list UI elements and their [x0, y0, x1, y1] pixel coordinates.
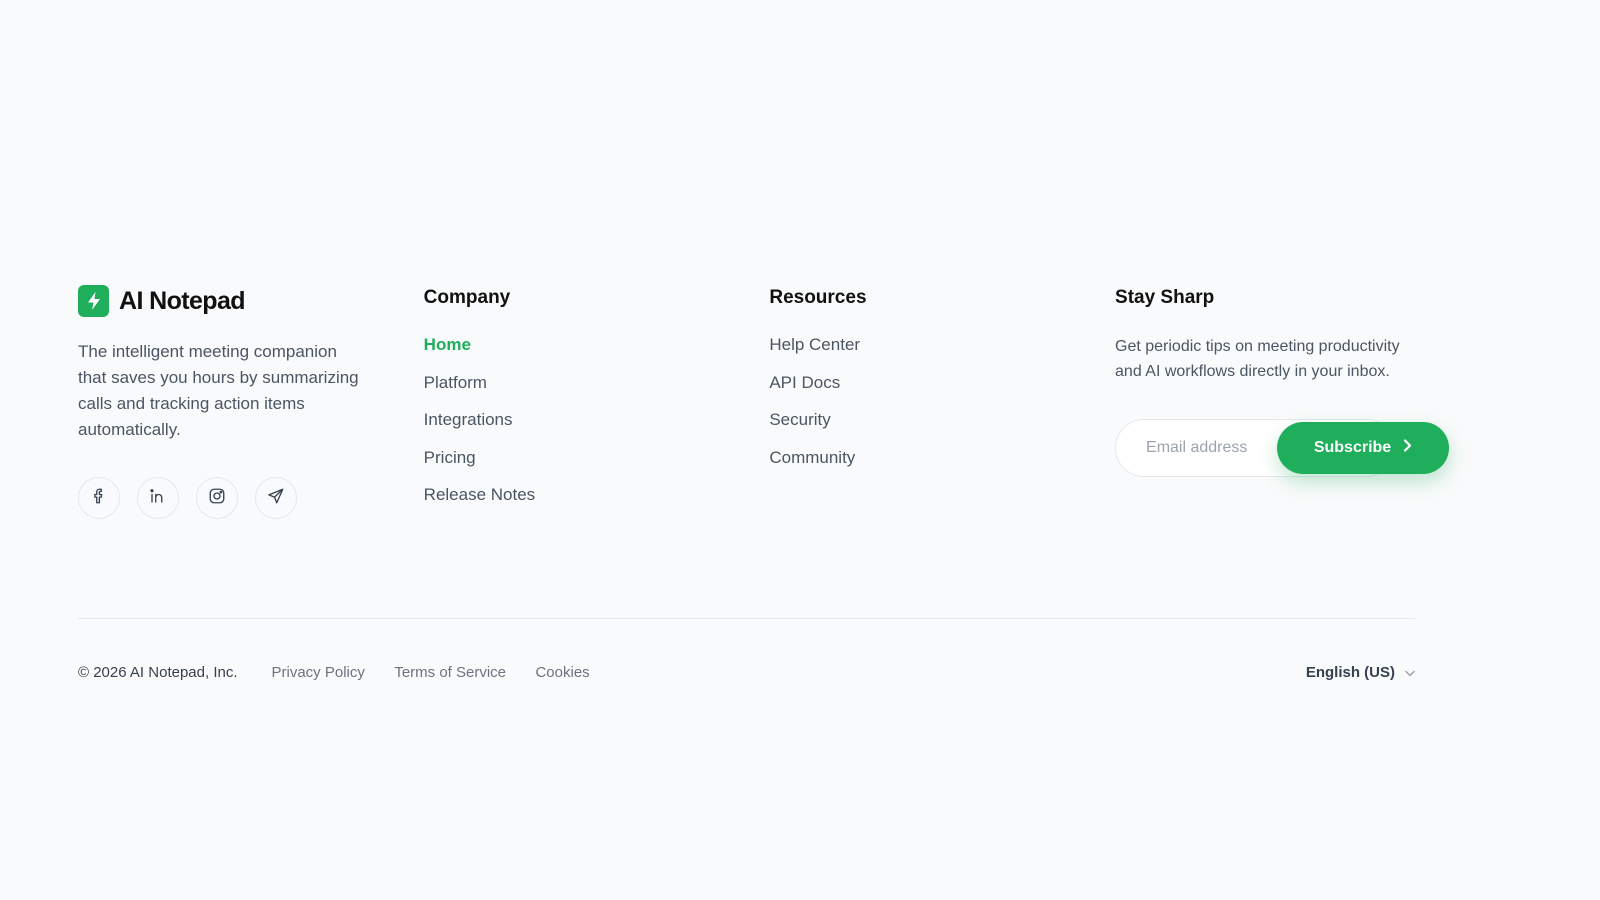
resources-heading: Resources — [769, 287, 867, 308]
resources-links: Help Center API Docs Security Community — [769, 335, 1115, 485]
nav-link-pricing[interactable]: Pricing — [424, 448, 476, 467]
language-selector[interactable]: English (US) — [1306, 664, 1415, 681]
terms-of-service-link[interactable]: Terms of Service — [394, 664, 506, 681]
newsletter-heading: Stay Sharp — [1115, 287, 1215, 308]
facebook-link[interactable] — [78, 477, 120, 519]
facebook-icon — [90, 487, 108, 510]
nav-link-release-notes[interactable]: Release Notes — [424, 485, 536, 504]
newsletter-form: Subscribe — [1115, 419, 1450, 477]
footer-divider — [78, 617, 1415, 619]
chevron-down-icon — [1405, 664, 1415, 681]
telegram-icon — [267, 487, 285, 510]
privacy-policy-link[interactable]: Privacy Policy — [272, 664, 365, 681]
company-links: Home Platform Integrations Pricing Relea… — [424, 335, 770, 523]
linkedin-link[interactable] — [137, 477, 179, 519]
nav-link-help-center[interactable]: Help Center — [769, 335, 860, 354]
footer-bottom-bar: © 2026 AI Notepad, Inc. Privacy Policy T… — [78, 662, 1415, 684]
brand-logo[interactable]: AI Notepad — [78, 283, 424, 319]
chevron-right-icon — [1403, 439, 1412, 457]
subscribe-label: Subscribe — [1313, 439, 1392, 456]
subscribe-button[interactable]: Subscribe — [1277, 422, 1450, 474]
brand-name: AI Notepad — [119, 286, 246, 315]
instagram-link[interactable] — [196, 477, 238, 519]
legal-links: Privacy Policy Terms of Service Cookies — [272, 664, 615, 682]
nav-link-platform[interactable]: Platform — [424, 373, 487, 392]
instagram-icon — [208, 487, 226, 510]
brand-description: The intelligent meeting companion that s… — [78, 342, 359, 439]
language-label: English (US) — [1305, 664, 1395, 681]
nav-link-security[interactable]: Security — [769, 410, 830, 429]
nav-link-api-docs[interactable]: API Docs — [769, 373, 840, 392]
telegram-link[interactable] — [255, 477, 297, 519]
newsletter-description: Get periodic tips on meeting productivit… — [1115, 338, 1400, 380]
resources-column: Resources Help Center API Docs Security … — [769, 283, 1115, 523]
linkedin-icon — [149, 487, 167, 510]
nav-link-community[interactable]: Community — [769, 448, 855, 467]
nav-link-integrations[interactable]: Integrations — [424, 410, 513, 429]
lightning-bolt-icon — [78, 285, 109, 317]
copyright-text: © 2026 AI Notepad, Inc. — [78, 664, 238, 681]
nav-link-home[interactable]: Home — [424, 335, 471, 354]
newsletter-column: Stay Sharp Get periodic tips on meeting … — [1115, 283, 1450, 523]
brand-column: AI Notepad The intelligent meeting compa… — [78, 283, 424, 523]
footer-columns: AI Notepad The intelligent meeting compa… — [78, 283, 1450, 523]
site-footer: AI Notepad The intelligent meeting compa… — [78, 283, 1450, 684]
social-links — [78, 477, 424, 519]
cookies-link[interactable]: Cookies — [535, 664, 589, 681]
company-column: Company Home Platform Integrations Prici… — [424, 283, 770, 523]
company-heading: Company — [423, 287, 511, 308]
